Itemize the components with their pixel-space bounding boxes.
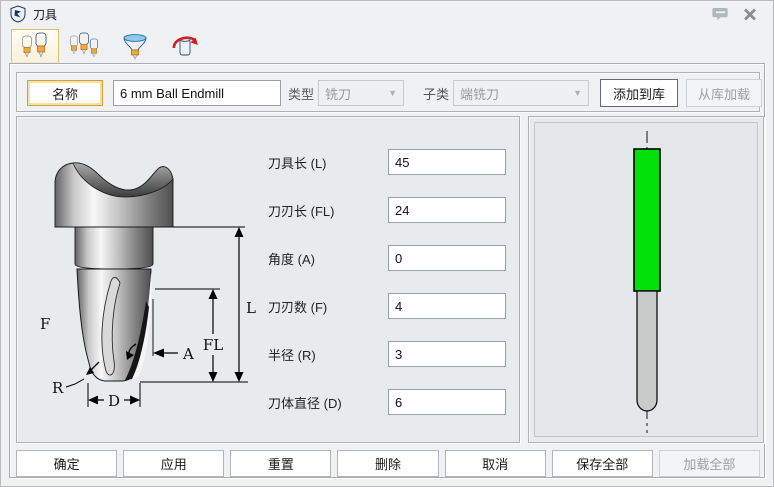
angle-label: 角度 (A) (268, 245, 315, 271)
name-type-group: 名称 类型 铣刀 ▼ 子类 端铣刀 ▼ 添加到库 从库加载 (16, 72, 760, 112)
subtype-select-value: 端铣刀 (460, 84, 499, 103)
angle-input[interactable] (388, 245, 506, 271)
field-row-radius: 半径 (R) (17, 341, 519, 367)
tool-length-input[interactable] (388, 149, 506, 175)
load-all-button: 加载全部 (659, 450, 760, 477)
chevron-down-icon: ▼ (388, 88, 397, 98)
body-diameter-label: 刀体直径 (D) (268, 389, 342, 415)
type-select-value: 铣刀 (325, 84, 351, 103)
ok-button[interactable]: 确定 (16, 450, 117, 477)
flute-count-label: 刀刃数 (F) (268, 293, 327, 319)
parameters-group: L FL A D R F 刀具长 (L) (16, 116, 520, 443)
apply-button[interactable]: 应用 (123, 450, 224, 477)
tool-name-input[interactable] (113, 80, 281, 106)
rotary-tool-icon (171, 33, 199, 60)
load-from-library-button: 从库加载 (686, 79, 762, 107)
field-row-tool-length: 刀具长 (L) (17, 149, 519, 175)
radius-label: 半径 (R) (268, 341, 316, 367)
chevron-down-icon: ▼ (573, 88, 582, 98)
tool-holder-shape (634, 149, 660, 291)
window-title: 刀具 (33, 6, 57, 23)
app-icon (9, 5, 27, 23)
flute-length-input[interactable] (388, 197, 506, 223)
type-label: 类型 (288, 73, 314, 113)
single-endmill-icon (18, 32, 52, 60)
tab-single-endmill[interactable] (11, 29, 59, 63)
type-select[interactable]: 铣刀 ▼ (318, 80, 404, 106)
tool-preview-canvas (534, 122, 758, 437)
titlebar: 刀具 (1, 1, 773, 27)
add-to-library-button[interactable]: 添加到库 (600, 79, 678, 107)
tab-chamfer-tool[interactable] (111, 29, 159, 63)
chamfer-tool-icon (121, 33, 149, 60)
tab-endmill-group[interactable] (61, 29, 109, 63)
footer-buttons: 确定 应用 重置 删除 取消 保存全部 加载全部 (16, 450, 760, 477)
subtype-label: 子类 (423, 73, 449, 113)
tool-preview-group (528, 116, 764, 443)
save-all-button[interactable]: 保存全部 (552, 450, 653, 477)
subtype-select[interactable]: 端铣刀 ▼ (453, 80, 589, 106)
tool-type-tabs (11, 29, 211, 63)
reset-button[interactable]: 重置 (230, 450, 331, 477)
tool-body-shape (637, 291, 657, 411)
field-row-angle: 角度 (A) (17, 245, 519, 271)
tool-preview-drawing (535, 123, 759, 438)
name-button[interactable]: 名称 (27, 80, 103, 106)
radius-input[interactable] (388, 341, 506, 367)
endmill-group-icon (67, 32, 103, 60)
dialog-body: 名称 类型 铣刀 ▼ 子类 端铣刀 ▼ 添加到库 从库加载 (9, 63, 765, 478)
cancel-button[interactable]: 取消 (445, 450, 546, 477)
tab-rotary-tool[interactable] (161, 29, 209, 63)
comment-icon[interactable] (705, 4, 735, 24)
field-row-flute-length: 刀刃长 (FL) (17, 197, 519, 223)
flute-count-input[interactable] (388, 293, 506, 319)
delete-button[interactable]: 删除 (337, 450, 438, 477)
close-icon[interactable] (735, 4, 765, 24)
field-row-flute-count: 刀刃数 (F) (17, 293, 519, 319)
tool-length-label: 刀具长 (L) (268, 149, 327, 175)
flute-length-label: 刀刃长 (FL) (268, 197, 334, 223)
field-row-body-diameter: 刀体直径 (D) (17, 389, 519, 415)
body-diameter-input[interactable] (388, 389, 506, 415)
